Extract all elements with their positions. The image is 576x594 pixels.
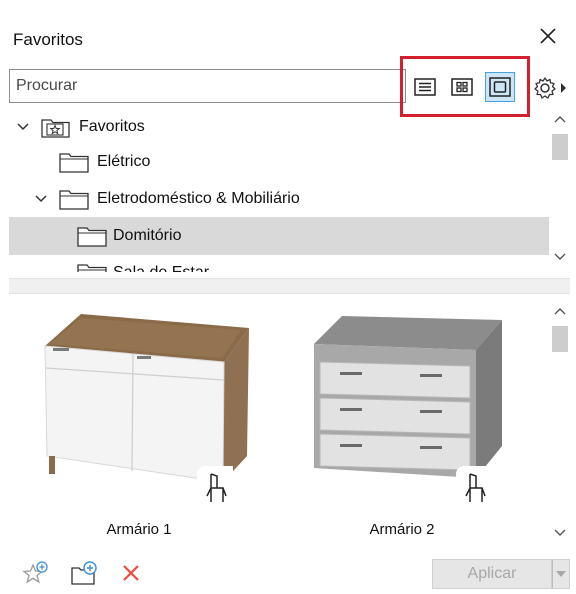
tree-item-label: Eletrodoméstico & Mobiliário <box>97 190 300 207</box>
gallery-item-armario-2[interactable]: Armário 2 <box>294 296 534 546</box>
delete-icon[interactable] <box>118 559 146 587</box>
scroll-thumb[interactable] <box>552 134 568 160</box>
tree-item-label: Domitório <box>113 227 182 244</box>
folder-icon <box>77 264 107 272</box>
search-input[interactable] <box>9 69 406 103</box>
folder-icon <box>59 153 89 173</box>
new-folder-icon[interactable] <box>70 559 98 587</box>
gallery-item-caption: Armário 1 <box>106 521 172 538</box>
folder-tree: Favoritos Elétrico Eletrodoméstico & Mob… <box>9 108 570 272</box>
tree-item-label: Favoritos <box>79 118 145 135</box>
chair-icon <box>197 466 233 510</box>
tree-item-favoritos[interactable]: Favoritos <box>9 108 549 146</box>
tree-scrollbar[interactable] <box>550 108 570 272</box>
gear-icon[interactable] <box>531 73 571 103</box>
tree-item-domitorio[interactable]: Domitório <box>9 217 549 255</box>
title-bar: Favoritos <box>0 0 576 62</box>
scroll-up-icon[interactable] <box>550 302 570 320</box>
footer-toolbar: Aplicar <box>0 548 576 594</box>
folder-icon <box>77 227 107 247</box>
scroll-up-icon[interactable] <box>550 110 570 128</box>
tree-item-sala-de-estar[interactable]: Sala de Estar <box>9 254 549 272</box>
pane-splitter[interactable] <box>9 278 570 294</box>
star-folder-icon <box>41 119 70 138</box>
chevron-down-icon[interactable] <box>15 119 31 135</box>
close-icon[interactable] <box>536 24 560 48</box>
chevron-down-icon[interactable] <box>33 191 49 207</box>
tree-item-eletrodomestico[interactable]: Eletrodoméstico & Mobiliário <box>9 180 549 218</box>
preview-gallery: Armário 1 Armário 2 <box>9 296 570 546</box>
chevron-down-icon[interactable] <box>552 559 570 589</box>
gallery-item-armario-1[interactable]: Armário 1 <box>19 296 259 546</box>
chair-icon <box>456 466 492 510</box>
window-title: Favoritos <box>13 30 83 49</box>
gallery-item-caption: Armário 2 <box>369 521 435 538</box>
dresser-thumbnail <box>314 316 502 478</box>
scroll-thumb[interactable] <box>552 326 568 352</box>
apply-button[interactable]: Aplicar <box>432 559 552 589</box>
tree-item-eletrico[interactable]: Elétrico <box>9 143 549 181</box>
gallery-scrollbar[interactable] <box>550 296 570 546</box>
folder-icon <box>59 190 89 210</box>
scroll-down-icon[interactable] <box>550 524 570 542</box>
scroll-down-icon[interactable] <box>550 248 570 266</box>
tree-item-label: Sala de Estar <box>113 264 209 272</box>
tree-item-label: Elétrico <box>97 153 151 170</box>
add-favorite-icon[interactable] <box>22 559 50 587</box>
